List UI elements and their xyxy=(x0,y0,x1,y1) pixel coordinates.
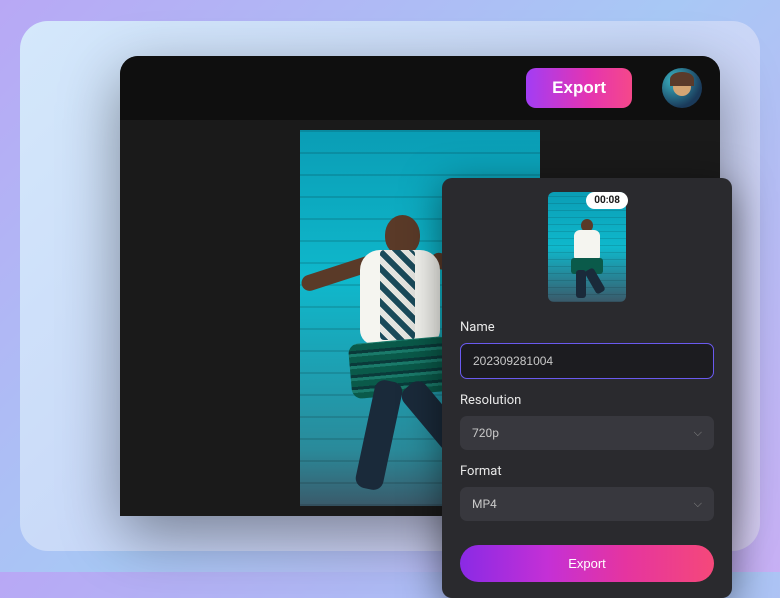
format-label: Format xyxy=(460,464,714,479)
format-field-group: Format MP4 ⌵ xyxy=(460,464,714,521)
export-panel: 00:08 Name Resolution 720p ⌵ For xyxy=(442,178,732,598)
thumbnail-container: 00:08 xyxy=(460,192,714,302)
resolution-label: Resolution xyxy=(460,393,714,408)
background-card: Export xyxy=(20,21,760,551)
app-header: Export xyxy=(120,56,720,120)
chevron-down-icon: ⌵ xyxy=(694,426,702,440)
format-select[interactable]: MP4 ⌵ xyxy=(460,487,714,521)
name-label: Name xyxy=(460,320,714,335)
resolution-value: 720p xyxy=(472,426,499,440)
app-window: Export xyxy=(120,56,720,516)
export-action-button[interactable]: Export xyxy=(460,545,714,582)
export-button[interactable]: Export xyxy=(526,68,632,108)
app-body: 00:08 Name Resolution 720p ⌵ For xyxy=(120,120,720,516)
name-input[interactable] xyxy=(460,343,714,379)
format-value: MP4 xyxy=(472,497,497,511)
resolution-field-group: Resolution 720p ⌵ xyxy=(460,393,714,450)
name-field-group: Name xyxy=(460,320,714,379)
resolution-select[interactable]: 720p ⌵ xyxy=(460,416,714,450)
avatar[interactable] xyxy=(662,68,702,108)
chevron-down-icon: ⌵ xyxy=(694,497,702,511)
duration-badge: 00:08 xyxy=(586,192,628,209)
